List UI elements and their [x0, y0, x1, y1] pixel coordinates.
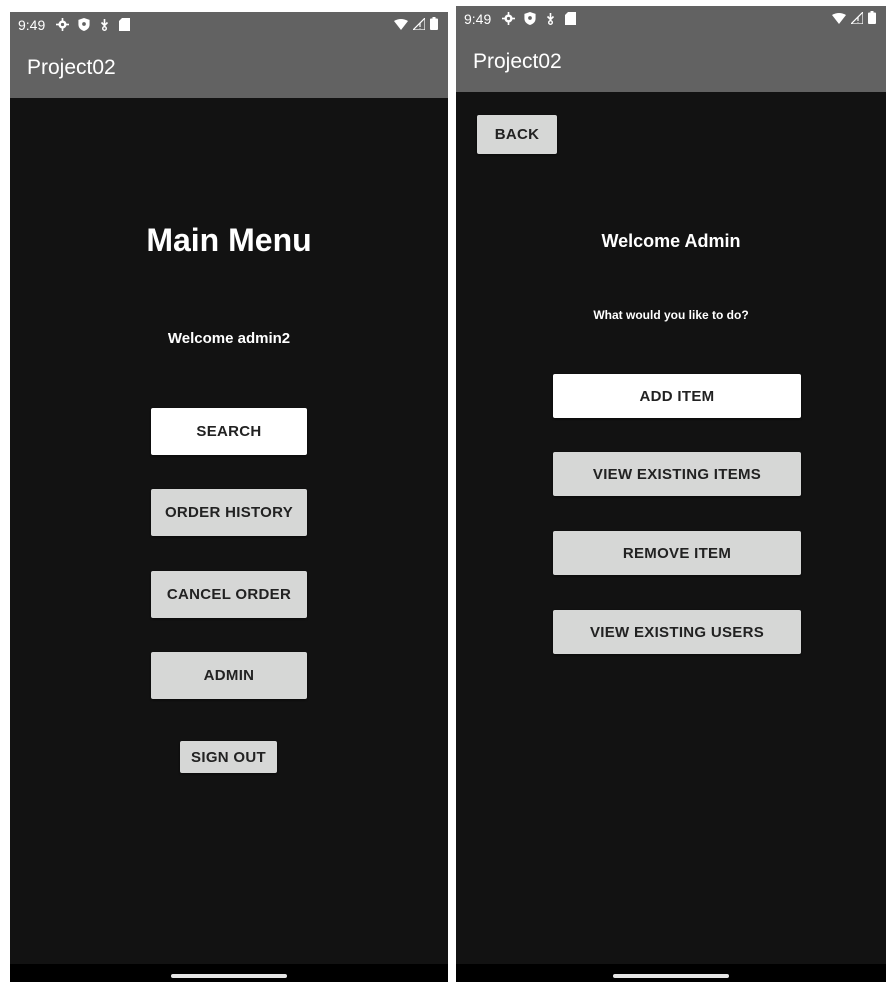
page-title: Main Menu — [146, 222, 312, 258]
order-history-button[interactable]: ORDER HISTORY — [151, 489, 307, 536]
main-menu-screen: 9:49 Project02 Main Menu Welcome admin2 … — [10, 12, 448, 982]
search-button[interactable]: SEARCH — [151, 408, 307, 455]
gesture-nav-bar — [10, 964, 448, 982]
signal-icon — [849, 10, 864, 27]
wifi-icon — [832, 11, 846, 27]
status-time: 9:49 — [464, 11, 492, 27]
home-handle[interactable] — [171, 974, 287, 978]
shield-icon — [524, 12, 536, 28]
download-icon — [545, 12, 556, 28]
app-title: Project02 — [27, 56, 116, 79]
gear-icon — [56, 18, 69, 34]
cancel-order-button[interactable]: CANCEL ORDER — [151, 571, 307, 618]
sd-card-icon — [565, 12, 576, 28]
gesture-nav-bar — [456, 964, 886, 982]
signal-icon — [411, 16, 426, 33]
view-existing-items-button[interactable]: VIEW EXISTING ITEMS — [553, 452, 801, 496]
welcome-text: Welcome admin2 — [167, 330, 291, 347]
welcome-heading: Welcome Admin — [601, 231, 741, 251]
prompt-text: What would you like to do? — [593, 308, 749, 322]
status-bar: 9:49 — [10, 12, 448, 38]
wifi-icon — [394, 17, 408, 33]
home-handle[interactable] — [613, 974, 729, 978]
admin-screen: 9:49 Project02 BACK Welcome Admin What w… — [456, 6, 886, 982]
main-menu-content: Main Menu Welcome admin2 SEARCH ORDER HI… — [10, 98, 448, 964]
sign-out-button[interactable]: SIGN OUT — [180, 741, 277, 773]
app-bar: Project02 — [456, 32, 886, 92]
remove-item-button[interactable]: REMOVE ITEM — [553, 531, 801, 575]
admin-content: BACK Welcome Admin What would you like t… — [456, 92, 886, 964]
app-title: Project02 — [473, 50, 562, 73]
gear-icon — [502, 12, 515, 28]
sd-card-icon — [119, 18, 130, 34]
back-button[interactable]: BACK — [477, 115, 557, 154]
view-existing-users-button[interactable]: VIEW EXISTING USERS — [553, 610, 801, 654]
status-bar: 9:49 — [456, 6, 886, 32]
battery-icon — [430, 17, 438, 33]
app-bar: Project02 — [10, 38, 448, 98]
shield-icon — [78, 18, 90, 34]
download-icon — [99, 18, 110, 34]
status-time: 9:49 — [18, 17, 46, 33]
admin-button[interactable]: ADMIN — [151, 652, 307, 699]
battery-icon — [868, 11, 876, 27]
add-item-button[interactable]: ADD ITEM — [553, 374, 801, 418]
